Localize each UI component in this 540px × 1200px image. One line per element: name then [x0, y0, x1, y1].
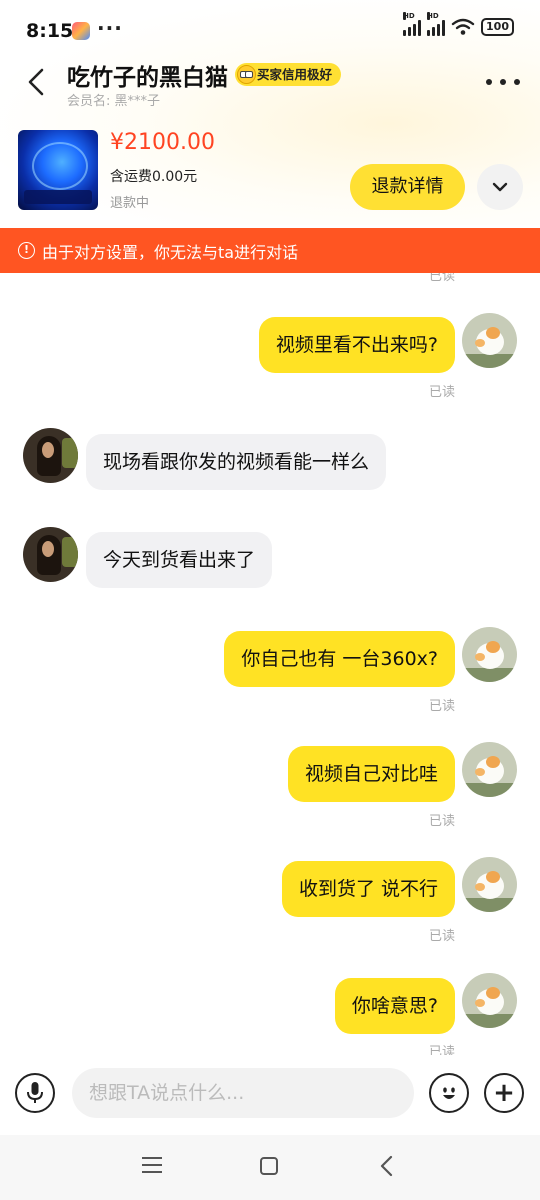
warning-banner: ! 由于对方设置，你无法与ta进行对话 — [0, 228, 540, 273]
read-receipt: 已读 — [428, 1045, 455, 1055]
credit-badge-label: 买家信用极好 — [257, 67, 333, 82]
status-bar: 8:15 ··· HD HD 100 — [0, 0, 540, 60]
dot-icon — [500, 79, 506, 85]
menu-icon[interactable] — [142, 1157, 162, 1173]
signal-hd-label-2: HD — [427, 12, 439, 20]
dot-icon — [514, 79, 520, 85]
my-avatar[interactable] — [462, 627, 517, 682]
home-icon[interactable] — [260, 1157, 278, 1175]
chat-message: 你啥意思? 已读 — [0, 973, 540, 1055]
signal-icon-2: HD — [427, 12, 446, 36]
credit-badge: 买家信用极好 — [235, 63, 342, 86]
my-avatar[interactable] — [462, 742, 517, 797]
status-more: ··· — [97, 16, 123, 40]
product-thumbnail-base — [24, 190, 92, 204]
chat-message: 视频自己对比哇 已读 — [0, 742, 540, 832]
chevron-down-icon — [492, 182, 508, 192]
chat-list[interactable]: 已读 视频里看不出来吗? 已读 现场看跟你发的视频看能一样么 今天到货看出来了 … — [0, 273, 540, 1055]
product-thumbnail-ring — [32, 142, 88, 190]
microphone-icon — [27, 1082, 43, 1103]
chat-message: 现场看跟你发的视频看能一样么 — [0, 428, 540, 490]
sunglasses-emoji-icon — [237, 65, 256, 84]
my-avatar[interactable] — [462, 313, 517, 368]
warning-icon: ! — [18, 242, 35, 259]
chat-title: 吃竹子的黑白猫 — [67, 65, 228, 91]
warning-text: 由于对方设置，你无法与ta进行对话 — [42, 242, 299, 262]
read-receipt: 已读 — [428, 385, 455, 400]
app-notification-icon — [72, 22, 90, 40]
refund-status: 退款中 — [110, 196, 150, 211]
read-receipt: 已读 — [428, 273, 455, 284]
chat-message: 收到货了 说不行 已读 — [0, 857, 540, 947]
product-price: ¥2100.00 — [110, 130, 215, 155]
refund-details-button[interactable]: 退款详情 — [350, 164, 465, 210]
status-time: 8:15 — [26, 20, 74, 42]
add-button[interactable]: + — [484, 1073, 524, 1113]
back-button[interactable] — [20, 62, 52, 102]
signal-hd-label-1: HD — [403, 12, 415, 20]
read-receipt: 已读 — [428, 699, 455, 714]
input-bar: + — [0, 1055, 540, 1135]
emoji-button[interactable] — [429, 1073, 469, 1113]
back-nav-icon[interactable] — [376, 1155, 398, 1177]
smiley-icon — [443, 1087, 455, 1099]
chat-message: 视频里看不出来吗? 已读 — [0, 313, 540, 403]
more-options-button[interactable] — [486, 72, 520, 92]
chat-message: 你自己也有 一台360x? 已读 — [0, 627, 540, 717]
chat-message: 今天到货看出来了 — [0, 527, 540, 588]
battery-icon: 100 — [481, 18, 514, 36]
chat-page: 8:15 ··· HD HD 100 吃竹子的黑白猫 买家信用极好 会员名: 黑… — [0, 0, 540, 1200]
status-right: HD HD 100 — [403, 12, 514, 36]
my-avatar[interactable] — [462, 857, 517, 912]
dot-icon — [486, 79, 492, 85]
signal-icon-1: HD — [403, 12, 422, 36]
collapse-button[interactable] — [477, 164, 523, 210]
message-bubble[interactable]: 视频里看不出来吗? — [258, 317, 455, 373]
message-bubble[interactable]: 收到货了 说不行 — [281, 861, 455, 917]
product-thumbnail[interactable] — [18, 130, 98, 210]
message-bubble[interactable]: 你自己也有 一台360x? — [224, 631, 455, 687]
product-shipping: 含运费0.00元 — [110, 169, 198, 185]
message-bubble[interactable]: 你啥意思? — [334, 978, 455, 1034]
wifi-icon — [451, 18, 475, 35]
member-name: 会员名: 黑***子 — [67, 94, 161, 109]
message-bubble[interactable]: 视频自己对比哇 — [287, 746, 455, 802]
other-avatar[interactable] — [23, 428, 78, 483]
chevron-left-icon — [28, 68, 44, 96]
message-bubble[interactable]: 现场看跟你发的视频看能一样么 — [86, 434, 387, 490]
read-receipt: 已读 — [428, 814, 455, 829]
message-input[interactable] — [72, 1068, 414, 1118]
my-avatar[interactable] — [462, 973, 517, 1028]
read-receipt: 已读 — [428, 929, 455, 944]
message-bubble[interactable]: 今天到货看出来了 — [86, 532, 273, 588]
voice-button[interactable] — [15, 1073, 55, 1113]
other-avatar[interactable] — [23, 527, 78, 582]
system-navigation-bar — [0, 1135, 540, 1200]
